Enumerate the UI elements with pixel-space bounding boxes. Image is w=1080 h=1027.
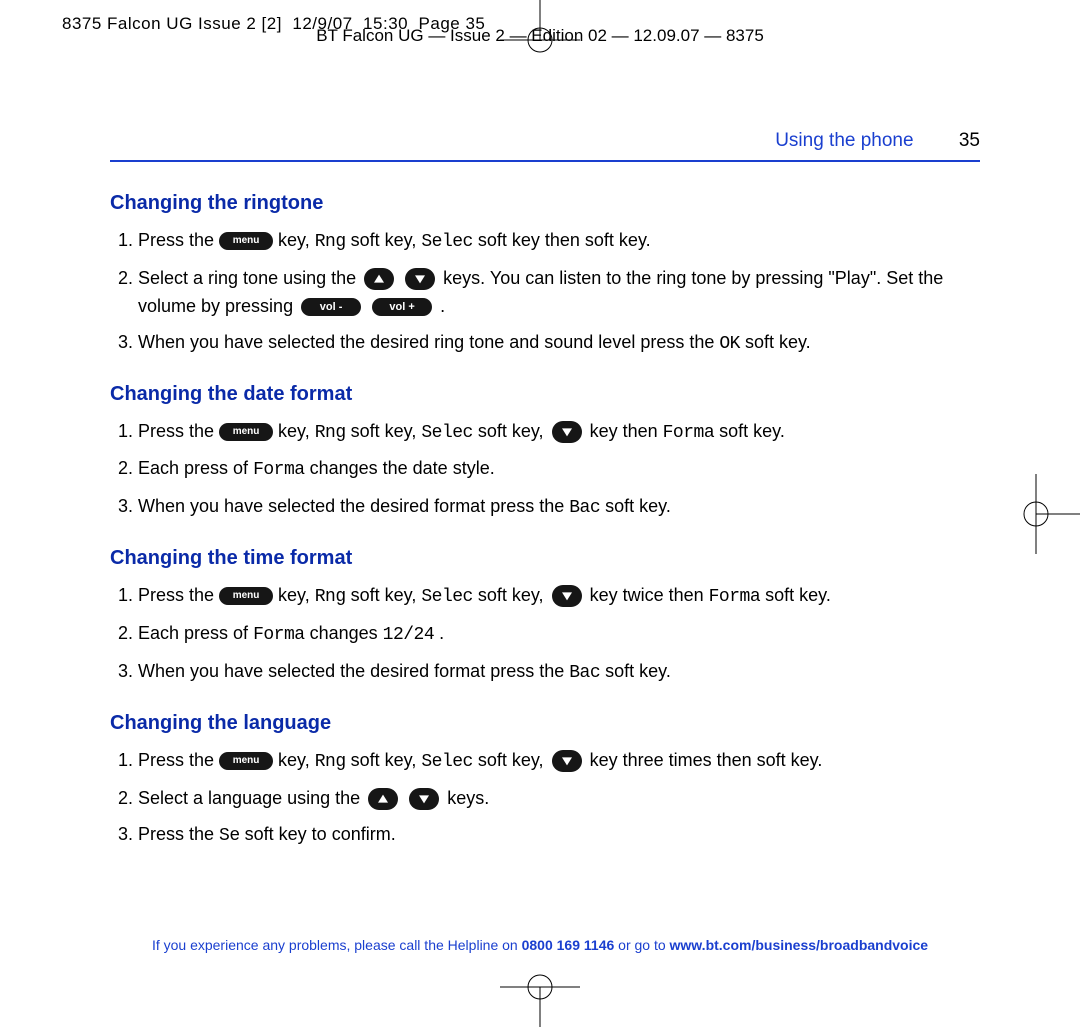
softkey-label: Selec [421,752,473,772]
softkey-label: Rng [315,752,346,772]
softkey-label: Forma [253,460,305,480]
footer-prefix: If you experience any problems, please c… [152,937,522,953]
nav-down-icon [552,421,582,443]
section-heading: Changing the language [110,712,980,735]
instruction-step: Press the menu key, Rng soft key, Selec … [138,747,980,777]
section-heading: Changing the date format [110,383,980,406]
instruction-step: Press the Se soft key to confirm. [138,821,980,851]
section-title: Using the phone [775,130,913,151]
softkey-label: Rng [315,232,346,252]
instruction-step: Press the menu key, Rng soft key, Selec … [138,227,980,257]
instruction-list: Press the menu key, Rng soft key, Selec … [110,747,980,851]
softkey-label: Rng [315,423,346,443]
softkey-label: 12/24 [383,625,435,645]
softkey-label: Selec [421,232,473,252]
nav-down-icon [552,585,582,607]
volume-up-icon: vol + [372,298,432,316]
softkey-label: Selec [421,423,473,443]
nav-down-icon [552,750,582,772]
softkey-label: Se [219,826,240,846]
softkey-label: Rng [315,587,346,607]
instruction-step: Select a language using the keys. [138,785,980,813]
instruction-step: Each press of Forma changes 12/24 . [138,620,980,650]
menu-key-icon: menu [219,423,273,441]
instruction-step: Press the menu key, Rng soft key, Selec … [138,418,980,448]
section-heading: Changing the ringtone [110,192,980,215]
sections: Changing the ringtone Press the menu key,… [110,192,980,851]
footer-mid: or go to [614,937,669,953]
instruction-list: Press the menu key, Rng soft key, Selec … [110,418,980,524]
instruction-step: When you have selected the desired ring … [138,329,980,359]
menu-key-icon: menu [219,587,273,605]
softkey-label: Bac [569,498,600,518]
instruction-step: Press the menu key, Rng soft key, Selec … [138,582,980,612]
running-head: Using the phone 35 [110,130,980,152]
nav-up-icon [368,788,398,810]
nav-up-icon [364,268,394,290]
nav-down-icon [409,788,439,810]
instruction-list: Press the menu key, Rng soft key, Selec … [110,582,980,688]
instruction-step: Select a ring tone using the keys. You c… [138,265,980,321]
softkey-label: Selec [421,587,473,607]
footer-phone: 0800 169 1146 [522,937,615,953]
footer-help: If you experience any problems, please c… [0,937,1080,953]
section-heading: Changing the time format [110,547,980,570]
page-number: 35 [959,130,980,151]
instruction-step: Each press of Forma changes the date sty… [138,455,980,485]
header-rule [110,160,980,162]
menu-key-icon: menu [219,232,273,250]
nav-down-icon [405,268,435,290]
softkey-label: Forma [663,423,715,443]
instruction-step: When you have selected the desired forma… [138,658,980,688]
instruction-list: Press the menu key, Rng soft key, Selec … [110,227,980,359]
page-content: Using the phone 35 Changing the ringtone… [110,130,980,861]
instruction-step: When you have selected the desired forma… [138,493,980,523]
footer-url: www.bt.com/business/broadbandvoice [670,937,929,953]
menu-key-icon: menu [219,752,273,770]
crop-mark-right [1006,464,1080,564]
softkey-label: Forma [253,625,305,645]
softkey-label: Forma [709,587,761,607]
volume-down-icon: vol - [301,298,361,316]
crop-mark-bottom [490,967,590,1027]
softkey-label: OK [719,334,740,354]
softkey-label: Bac [569,663,600,683]
header-center: BT Falcon UG — Issue 2 — Edition 02 — 12… [0,26,1080,46]
